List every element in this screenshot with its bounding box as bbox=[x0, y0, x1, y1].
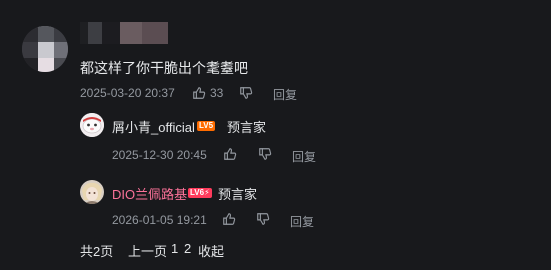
reply-avatar[interactable] bbox=[80, 180, 104, 204]
username-redacted[interactable] bbox=[80, 22, 168, 44]
user-tag: 预言家 bbox=[227, 120, 267, 135]
reply-username[interactable]: DIO兰佩路基 bbox=[112, 184, 187, 203]
reply-date: 2025-12-30 20:45 bbox=[112, 148, 207, 162]
thumb-up-icon[interactable] bbox=[223, 147, 237, 161]
level-badge: LV6⚡ bbox=[188, 188, 212, 198]
thumb-down-icon[interactable] bbox=[256, 212, 270, 226]
thumb-up-icon[interactable] bbox=[222, 212, 236, 226]
user-tag: 预言家 bbox=[218, 187, 258, 202]
thumb-up-icon[interactable] bbox=[192, 86, 206, 100]
reply-date: 2026-01-05 19:21 bbox=[112, 213, 207, 227]
reply-button[interactable]: 回复 bbox=[292, 148, 316, 165]
page-1-button[interactable]: 1 bbox=[171, 241, 178, 256]
like-count: 33 bbox=[210, 86, 224, 100]
prev-page-button[interactable]: 上一页 bbox=[128, 241, 167, 260]
page-2-button[interactable]: 2 bbox=[184, 241, 191, 256]
reply-avatar[interactable] bbox=[80, 113, 104, 137]
reply-button[interactable]: 回复 bbox=[290, 213, 314, 230]
comment-date: 2025-03-20 20:37 bbox=[80, 86, 175, 100]
collapse-button[interactable]: 收起 bbox=[198, 241, 224, 260]
thumb-down-icon[interactable] bbox=[258, 147, 272, 161]
avatar[interactable] bbox=[22, 26, 68, 72]
comment-text: 都这样了你干脆出个耄耋吧 bbox=[80, 60, 248, 76]
level-badge: LV5 bbox=[197, 121, 216, 131]
page-count: 共2页 bbox=[80, 244, 114, 259]
reply-username[interactable]: 屑小青_official bbox=[112, 117, 195, 136]
reply-button[interactable]: 回复 bbox=[273, 86, 297, 103]
thumb-down-icon[interactable] bbox=[239, 86, 253, 100]
